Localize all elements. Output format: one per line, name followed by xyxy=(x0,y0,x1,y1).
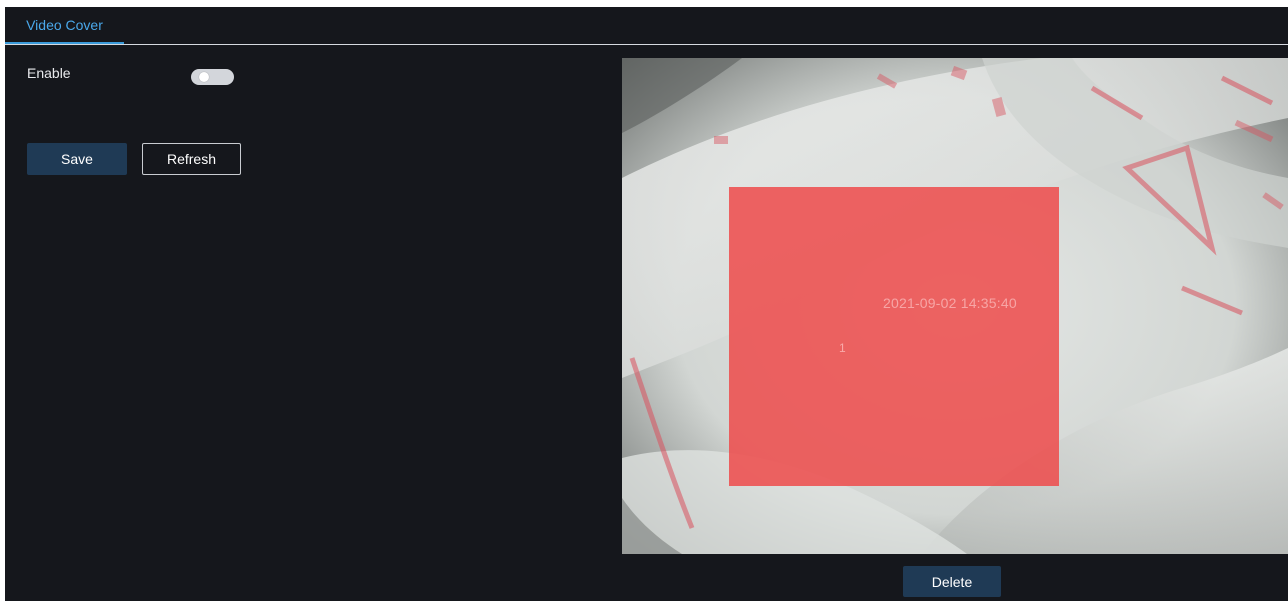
osd-timestamp: 2021-09-02 14:35:40 xyxy=(883,295,1017,311)
video-cover-settings-panel: Video Cover Enable Save Refresh 2021-09-… xyxy=(5,7,1288,601)
video-preview[interactable]: 2021-09-02 14:35:40 1 xyxy=(622,58,1288,554)
enable-label: Enable xyxy=(27,65,71,81)
mask-region-index: 1 xyxy=(839,341,846,355)
enable-toggle[interactable] xyxy=(191,69,234,85)
toggle-knob xyxy=(199,72,209,82)
tab-label: Video Cover xyxy=(26,16,103,33)
save-button[interactable]: Save xyxy=(27,143,127,175)
refresh-button[interactable]: Refresh xyxy=(142,143,241,175)
delete-button[interactable]: Delete xyxy=(903,566,1001,597)
tab-bar: Video Cover xyxy=(5,7,1288,45)
privacy-mask-region[interactable] xyxy=(729,187,1059,486)
tab-video-cover[interactable]: Video Cover xyxy=(5,7,124,44)
